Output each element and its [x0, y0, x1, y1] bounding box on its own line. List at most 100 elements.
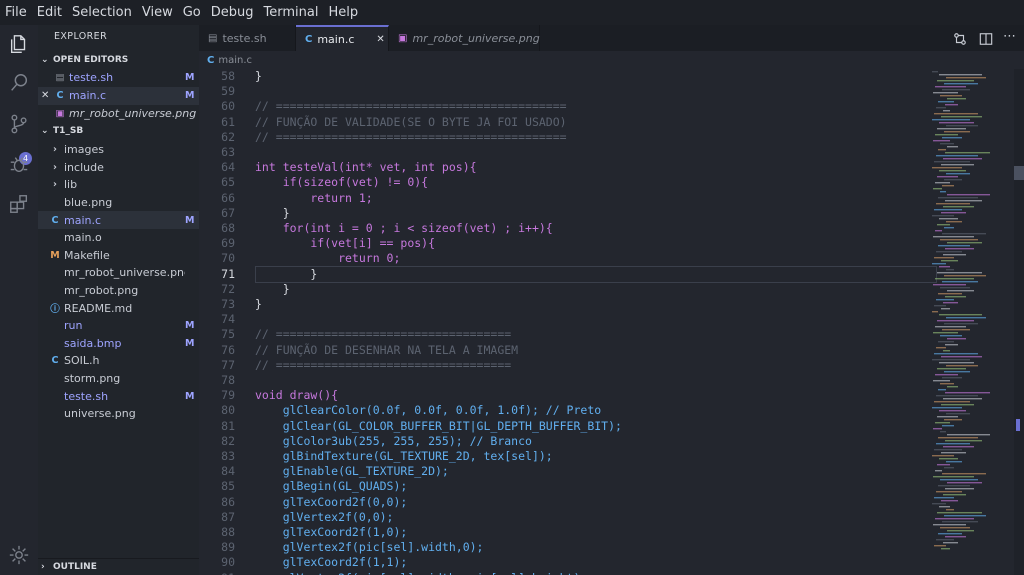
menu-debug[interactable]: Debug	[206, 5, 258, 20]
minimap-line	[943, 302, 958, 304]
tab-mr-robot-universe-png[interactable]: ▣ mr_robot_universe.png	[389, 25, 540, 51]
minimap-line	[947, 482, 982, 484]
menu-terminal[interactable]: Terminal	[259, 5, 323, 20]
file-tree-item[interactable]: M Makefile	[38, 247, 199, 265]
minimap-line	[935, 518, 974, 520]
file-tree-item[interactable]: › lib	[38, 176, 199, 194]
minimap-line	[941, 164, 974, 166]
minimap-line	[945, 104, 958, 106]
open-editor-item[interactable]: ▤ teste.sh M	[38, 69, 199, 87]
minimap-line	[940, 335, 962, 337]
code-line: glVertex2f(pic[sel].width,0);	[255, 540, 484, 555]
explorer-icon[interactable]	[7, 32, 31, 56]
minimap-line	[933, 476, 974, 478]
minimap-line	[932, 119, 970, 121]
line-number: 65	[221, 175, 235, 190]
code-editor[interactable]: 58} 59 60 // ==============================…	[199, 69, 1024, 575]
minimap-line	[932, 407, 962, 409]
file-tree-item[interactable]: C SOIL.h	[38, 352, 199, 370]
minimap-line	[935, 182, 950, 184]
minimap-line	[938, 389, 946, 391]
open-editor-item[interactable]: ✕ C main.c M	[38, 87, 199, 105]
code-line: glTexCoord2f(1,0);	[255, 525, 408, 539]
minimap-line	[940, 95, 962, 97]
file-tree-item[interactable]: run M	[38, 317, 199, 335]
minimap-line	[936, 251, 962, 253]
split-editor-icon[interactable]	[979, 31, 993, 45]
vertical-scrollbar[interactable]	[1014, 69, 1024, 575]
minimap-line	[932, 455, 954, 457]
minimap-line	[947, 98, 966, 100]
code-line: glVertex2f(0,0);	[255, 509, 394, 524]
line-number: 74	[221, 312, 235, 327]
project-folder-header[interactable]: ⌄ T1_SB	[38, 123, 199, 139]
search-icon[interactable]	[7, 71, 31, 95]
minimap-line	[935, 422, 950, 424]
file-tree-item[interactable]: universe.png	[38, 405, 199, 423]
minimap-line	[940, 527, 970, 529]
compare-changes-icon[interactable]	[953, 31, 967, 45]
file-tree-item[interactable]: main.o	[38, 229, 199, 247]
file-tree-item[interactable]: teste.sh M	[38, 387, 199, 405]
minimap-line	[944, 83, 978, 85]
minimap-line	[936, 203, 970, 205]
close-icon[interactable]: ✕	[376, 34, 384, 45]
line-number: 81	[221, 418, 235, 433]
menu-help[interactable]: Help	[323, 5, 362, 20]
c-file-icon: C	[51, 214, 59, 226]
menu-view[interactable]: View	[137, 5, 177, 20]
minimap-line	[935, 470, 942, 472]
line-number: 77	[221, 357, 235, 372]
settings-gear-icon[interactable]	[7, 543, 31, 567]
minimap-line	[933, 332, 958, 334]
extensions-icon[interactable]	[7, 192, 31, 216]
tab-main-c[interactable]: C main.c ✕	[296, 25, 389, 51]
file-tree-label: README.md	[64, 301, 133, 315]
menu-edit[interactable]: Edit	[32, 5, 66, 20]
file-tree-item[interactable]: ⓘ README.md	[38, 299, 199, 317]
file-tree-item[interactable]: mr_robot_universe.png	[38, 264, 199, 282]
line-number: 63	[221, 145, 235, 159]
minimap-line	[944, 371, 970, 373]
menu-file[interactable]: File	[0, 5, 31, 20]
minimap-line	[936, 491, 962, 493]
minimap-line	[936, 443, 970, 445]
file-tree-item[interactable]: › include	[38, 159, 199, 177]
outline-header[interactable]: › OUTLINE	[38, 558, 199, 575]
scrollbar-thumb[interactable]	[1014, 166, 1024, 180]
file-tree-item[interactable]: saida.bmp M	[38, 335, 199, 353]
breadcrumb-file[interactable]: main.c	[218, 55, 252, 66]
file-tree-item[interactable]: mr_robot.png	[38, 282, 199, 300]
close-icon[interactable]: ✕	[41, 90, 53, 101]
menu-selection[interactable]: Selection	[67, 5, 136, 20]
minimap-line	[938, 293, 962, 295]
minimap-line	[937, 272, 982, 274]
open-editors-header[interactable]: ⌄ OPEN EDITORS	[38, 52, 199, 68]
info-icon: ⓘ	[50, 304, 60, 316]
code-line: void draw(){	[255, 388, 339, 403]
source-control-icon[interactable]	[7, 112, 31, 136]
code-line: glVertex2f(pic[sel].width, pic[sel].heig…	[255, 571, 588, 575]
minimap[interactable]	[930, 69, 1014, 575]
line-number: 80	[221, 403, 235, 418]
more-actions-icon[interactable]: ⋯	[1003, 29, 1016, 44]
file-tree-item[interactable]: blue.png	[38, 194, 199, 212]
c-file-icon: C	[207, 54, 215, 66]
file-tree-item[interactable]: storm.png	[38, 370, 199, 388]
git-status-badge: M	[185, 390, 195, 402]
git-status-badge: M	[185, 90, 195, 102]
minimap-line	[945, 344, 958, 346]
debug-icon[interactable]	[7, 152, 31, 176]
minimap-line	[939, 410, 966, 412]
tab-label: mr_robot_universe.png	[412, 31, 540, 45]
tab-teste-sh[interactable]: ▤ teste.sh	[199, 25, 296, 51]
file-tree-item[interactable]: Cmain.c M	[38, 211, 199, 229]
file-tree-label: blue.png	[64, 196, 113, 210]
file-tree-item[interactable]: › images	[38, 141, 199, 159]
minimap-line	[937, 368, 966, 370]
line-number: 68	[221, 221, 235, 235]
code-line: }	[255, 205, 290, 220]
open-editor-item[interactable]: ▣ mr_robot_universe.png	[38, 105, 199, 123]
minimap-line	[936, 107, 946, 109]
menu-go[interactable]: Go	[178, 5, 205, 20]
